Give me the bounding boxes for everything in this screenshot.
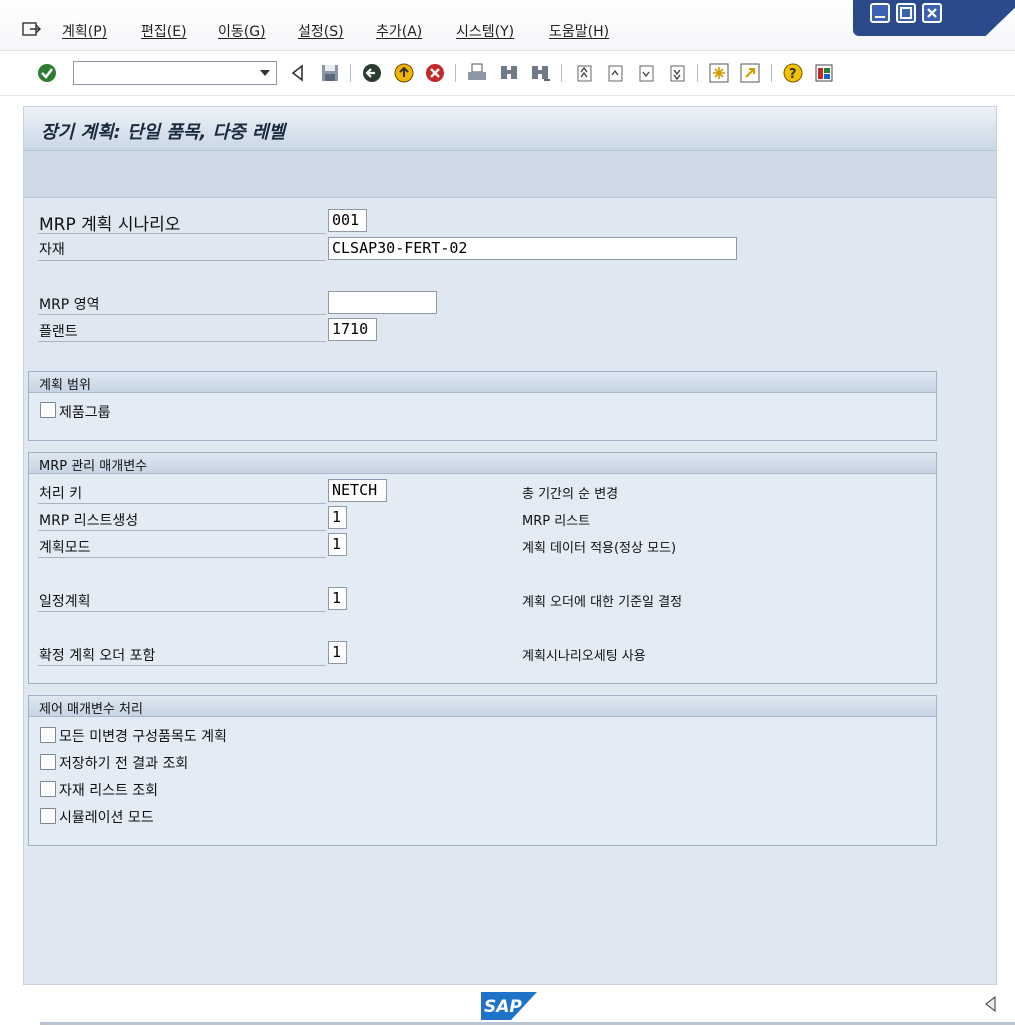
application-toolbar (24, 151, 996, 198)
plant-label: 플랜트 (39, 324, 78, 340)
menu-goto[interactable]: 이동(G) (218, 21, 266, 41)
toolbar-separator (350, 64, 351, 82)
save-icon[interactable] (319, 62, 341, 84)
label-underline (38, 611, 326, 612)
label-underline (38, 260, 326, 261)
toolbar-separator (771, 64, 772, 82)
mrp-list-desc: MRP 리스트 (522, 514, 591, 529)
label-underline (38, 314, 326, 315)
processing-key-label: 처리 키 (39, 486, 83, 502)
create-session-icon[interactable] (708, 62, 730, 84)
scheduling-label: 일정계획 (39, 594, 91, 610)
label-underline (38, 665, 326, 666)
planning-mode-label: 계획모드 (39, 540, 91, 556)
simulation-mode-checkbox[interactable] (40, 808, 56, 824)
shortcut-icon[interactable] (739, 62, 761, 84)
planning-mode-field[interactable]: 1 (328, 533, 347, 556)
material-list-label: 자재 리스트 조회 (59, 783, 159, 799)
label-underline (38, 233, 326, 234)
group-header: MRP 관리 매개변수 (29, 453, 936, 474)
mrp-area-label: MRP 영역 (39, 297, 100, 313)
minimize-icon[interactable] (870, 3, 890, 23)
mrp-area-field[interactable] (328, 291, 437, 314)
footer-line (40, 1022, 1015, 1025)
menu-bar: 계획(P) 편집(E) 이동(G) 설정(S) 추가(A) 시스템(Y) 도움말… (0, 0, 1015, 51)
scheduling-desc: 계획 오더에 대한 기준일 결정 (522, 595, 683, 610)
page-title: 장기 계획: 단일 품목, 다중 레벨 (41, 122, 286, 143)
back-green-icon[interactable] (361, 62, 383, 84)
exit-icon[interactable] (393, 62, 415, 84)
firm-orders-label: 확정 계획 오더 포함 (39, 648, 156, 664)
firm-orders-desc: 계획시나리오세팅 사용 (522, 649, 646, 664)
previous-page-icon[interactable] (604, 62, 626, 84)
scope-group-title: 계획 범위 (39, 378, 91, 393)
menu-extras[interactable]: 추가(A) (376, 21, 422, 41)
find-icon[interactable] (498, 62, 520, 84)
scope-group: 계획 범위 (28, 371, 937, 441)
svg-text:SAP: SAP (484, 997, 522, 1017)
mrp-control-group: MRP 관리 매개변수 (28, 452, 937, 684)
menu-plan[interactable]: 계획(P) (62, 21, 107, 41)
mrp-list-label: MRP 리스트생성 (39, 513, 139, 529)
last-page-icon[interactable] (666, 62, 688, 84)
scenario-label: MRP 계획 시나리오 (39, 215, 181, 235)
processing-key-field[interactable]: NETCH (328, 479, 387, 502)
title-bar: 장기 계획: 단일 품목, 다중 레벨 (24, 107, 996, 151)
scenario-field[interactable]: 001 (328, 209, 367, 232)
sap-logo: SAP (481, 992, 537, 1020)
find-next-icon[interactable] (529, 62, 551, 84)
plant-field[interactable]: 1710 (328, 318, 377, 341)
group-header: 계획 범위 (29, 372, 936, 393)
back-icon[interactable] (287, 62, 309, 84)
print-icon[interactable] (466, 62, 488, 84)
material-label: 자재 (39, 242, 65, 258)
label-underline (38, 503, 326, 504)
standard-toolbar: ? (0, 51, 1015, 96)
toolbar-separator (455, 64, 456, 82)
display-results-label: 저장하기 전 결과 조회 (59, 756, 189, 772)
toolbar-separator (561, 64, 562, 82)
firm-orders-field[interactable]: 1 (328, 641, 347, 664)
all-components-checkbox[interactable] (40, 727, 56, 743)
chevron-down-icon[interactable] (260, 70, 270, 76)
menu-edit[interactable]: 편집(E) (141, 21, 187, 41)
toolbar-separator (697, 64, 698, 82)
maximize-icon[interactable] (896, 3, 916, 23)
simulation-mode-label: 시뮬레이션 모드 (59, 810, 154, 826)
scheduling-field[interactable]: 1 (328, 587, 347, 610)
status-bar: SAP (0, 986, 1015, 1026)
customize-layout-icon[interactable] (813, 62, 835, 84)
menu-help[interactable]: 도움말(H) (549, 21, 609, 41)
product-group-label: 제품그룹 (59, 405, 111, 421)
processing-key-desc: 총 기간의 순 변경 (522, 487, 619, 502)
menu-system[interactable]: 시스템(Y) (456, 21, 514, 41)
processing-group-title: 제어 매개변수 처리 (39, 702, 143, 717)
display-results-checkbox[interactable] (40, 754, 56, 770)
label-underline (38, 341, 326, 342)
cancel-icon[interactable] (424, 62, 446, 84)
help-icon[interactable]: ? (782, 62, 804, 84)
group-header: 제어 매개변수 처리 (29, 696, 936, 717)
status-expand-icon[interactable] (983, 996, 997, 1012)
label-underline (38, 530, 326, 531)
system-menu-icon[interactable] (22, 20, 42, 38)
close-icon[interactable] (922, 3, 942, 23)
mrp-control-group-title: MRP 관리 매개변수 (39, 459, 148, 474)
label-underline (38, 557, 326, 558)
next-page-icon[interactable] (635, 62, 657, 84)
product-group-checkbox[interactable] (40, 402, 56, 418)
first-page-icon[interactable] (573, 62, 595, 84)
all-components-label: 모든 미변경 구성품목도 계획 (59, 729, 227, 745)
material-field[interactable]: CLSAP30-FERT-02 (328, 237, 737, 260)
material-list-checkbox[interactable] (40, 781, 56, 797)
menu-settings[interactable]: 설정(S) (298, 21, 344, 41)
mrp-list-field[interactable]: 1 (328, 506, 347, 529)
svg-text:?: ? (789, 67, 797, 82)
command-field[interactable] (73, 61, 277, 85)
window-controls (853, 0, 1015, 36)
planning-mode-desc: 계획 데이터 적용(정상 모드) (522, 541, 677, 556)
enter-icon[interactable] (36, 62, 58, 84)
